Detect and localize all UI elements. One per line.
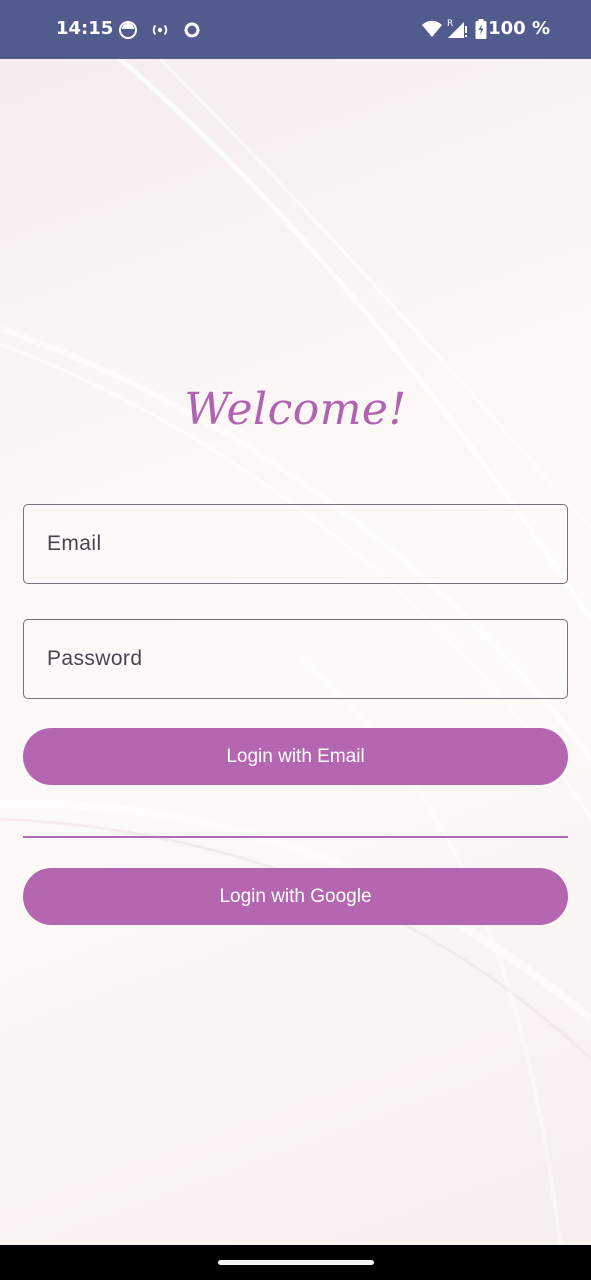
- navigation-bar: [0, 1245, 591, 1280]
- login-with-email-label: Login with Email: [226, 745, 365, 767]
- email-field[interactable]: [23, 504, 568, 584]
- status-time: 14:15: [56, 18, 114, 39]
- login-with-google-label: Login with Google: [219, 885, 372, 907]
- login-with-google-button[interactable]: Login with Google: [23, 868, 568, 925]
- battery-percentage: 100 %: [488, 18, 550, 39]
- password-field[interactable]: [23, 619, 568, 699]
- home-gesture-handle[interactable]: [218, 1260, 374, 1265]
- notification-app-icon: [118, 20, 138, 45]
- welcome-title: Welcome!: [184, 384, 407, 435]
- circle-status-icon: [182, 20, 202, 45]
- login-with-email-button[interactable]: Login with Email: [23, 728, 568, 785]
- battery-charging-icon: [475, 19, 487, 44]
- hotspot-icon: [150, 20, 170, 45]
- svg-text:R: R: [447, 19, 453, 29]
- wifi-icon: [421, 19, 443, 44]
- divider: [23, 836, 568, 838]
- status-bar: 14:15 R 100 %: [0, 0, 591, 59]
- login-screen: Welcome! Login with Email Login with Goo…: [0, 59, 591, 1245]
- signal-roaming-icon: R: [446, 17, 468, 44]
